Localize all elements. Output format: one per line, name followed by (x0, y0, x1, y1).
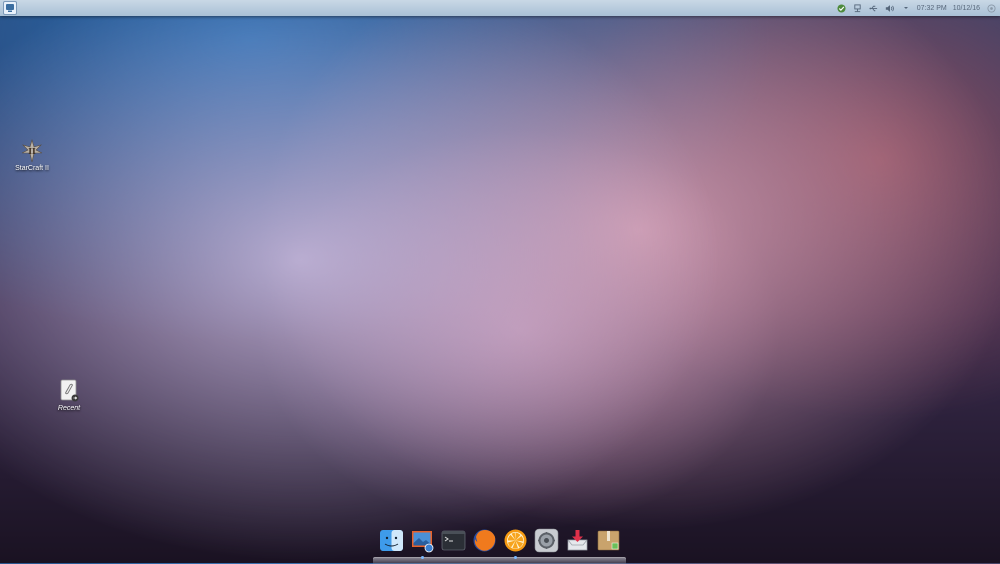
dock-item-finder[interactable] (379, 528, 404, 553)
svg-text:II: II (28, 146, 36, 156)
running-indicator (420, 556, 424, 559)
terminal-icon (441, 530, 465, 551)
finder-icon (379, 530, 403, 551)
dock-item-downloads[interactable] (565, 528, 590, 553)
dock-item-archive[interactable] (596, 528, 621, 553)
dropdown-arrow-icon[interactable] (901, 3, 911, 13)
session-icon[interactable] (986, 3, 996, 13)
firefox-icon (473, 529, 495, 552)
running-indicator (513, 556, 517, 559)
top-panel: 07:32 PM 10/12/16 (0, 0, 1000, 16)
desktop-icon-starcraft[interactable]: II StarCraft II (10, 139, 54, 172)
dock-item-image-viewer[interactable] (410, 528, 435, 559)
volume-icon[interactable] (885, 3, 895, 13)
starcraft-icon: II (20, 139, 44, 163)
system-tray: 07:32 PM 10/12/16 (837, 3, 1000, 13)
app-menu-icon[interactable] (3, 1, 17, 15)
archive-box-icon (597, 530, 619, 551)
dock-item-settings[interactable] (534, 528, 559, 553)
dock-item-terminal[interactable] (441, 528, 466, 553)
settings-gear-icon (534, 528, 558, 553)
desktop-icon-label: Recent (57, 405, 81, 412)
desktop-icon-recent[interactable]: Recent (47, 379, 91, 412)
shield-check-icon[interactable] (837, 3, 847, 13)
clock-time[interactable]: 07:32 PM (917, 5, 947, 12)
clock-date[interactable]: 10/12/16 (953, 5, 980, 12)
photos-icon (411, 531, 433, 553)
usb-icon[interactable] (869, 3, 879, 13)
network-icon[interactable] (853, 3, 863, 13)
dock-item-firefox[interactable] (472, 528, 497, 553)
top-panel-left (0, 1, 17, 15)
recent-icon (57, 379, 81, 403)
download-icon (567, 530, 587, 551)
dock-item-music[interactable] (503, 528, 528, 559)
dock (373, 528, 626, 563)
desktop-icon-label: StarCraft II (15, 165, 49, 172)
orange-icon (504, 529, 526, 552)
